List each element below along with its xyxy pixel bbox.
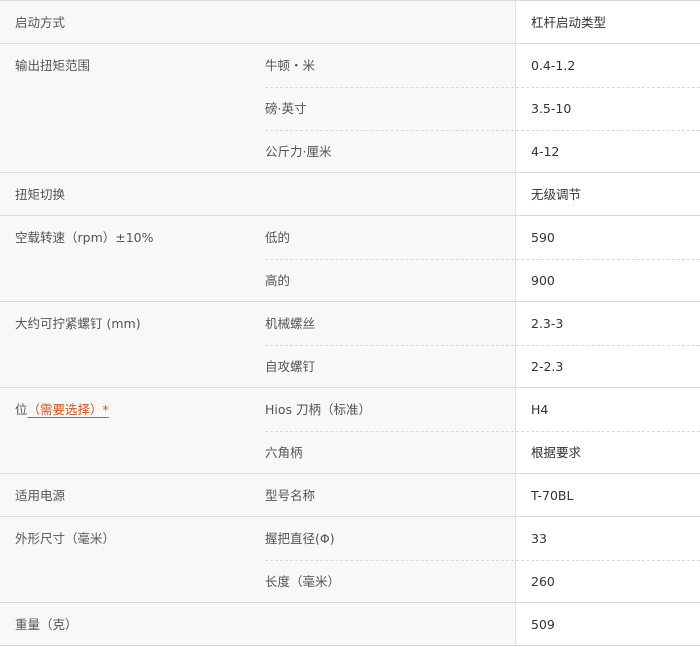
spec-sub-label: 握把直径(Φ) <box>265 531 335 546</box>
spec-value: 509 <box>531 617 555 632</box>
spec-sub-label: 六角柄 <box>265 445 303 460</box>
spec-sub-label: 自攻螺钉 <box>265 359 316 374</box>
spec-value: 900 <box>531 273 555 288</box>
spec-sub-label: 高的 <box>265 273 291 288</box>
spec-value: 590 <box>531 230 555 245</box>
spec-value: 33 <box>531 531 547 546</box>
spec-value: T-70BL <box>531 488 574 503</box>
spec-value: 无级调节 <box>531 187 582 202</box>
spec-value: 0.4-1.2 <box>531 58 576 73</box>
spec-label: 启动方式 <box>15 15 66 30</box>
spec-value: H4 <box>531 402 549 417</box>
spec-sub-label: 低的 <box>265 230 291 245</box>
spec-sub-label: 机械螺丝 <box>265 316 316 331</box>
spec-value: 260 <box>531 574 555 589</box>
spec-table: 启动方式 杠杆启动类型 输出扭矩范围 牛顿・米 0.4-1.2 磅·英寸 3.5… <box>0 0 700 647</box>
spec-value: 杠杆启动类型 <box>531 15 607 30</box>
spec-label: 大约可拧紧螺钉 (mm) <box>15 316 141 331</box>
spec-value: 根据要求 <box>531 445 582 460</box>
spec-row-weight: 重量（克） 509 <box>0 603 700 646</box>
spec-label: 扭矩切换 <box>15 187 66 202</box>
spec-row-dimensions: 外形尺寸（毫米） 握把直径(Φ) 33 长度（毫米） 260 <box>0 517 700 603</box>
spec-sub-label: 磅·英寸 <box>265 101 307 116</box>
spec-label: 适用电源 <box>15 488 66 503</box>
spec-sub-label: 长度（毫米） <box>265 574 341 589</box>
spec-value: 4-12 <box>531 144 560 159</box>
spec-label: 外形尺寸（毫米） <box>15 531 116 546</box>
spec-value: 2-2.3 <box>531 359 564 374</box>
spec-label-bit: 位（需要选择）* <box>15 388 109 431</box>
spec-row-torque-switch: 扭矩切换 无级调节 <box>0 173 700 216</box>
spec-row-screw-size: 大约可拧紧螺钉 (mm) 机械螺丝 2.3-3 自攻螺钉 2-2.3 <box>0 302 700 388</box>
spec-value: 2.3-3 <box>531 316 564 331</box>
spec-row-output-torque: 输出扭矩范围 牛顿・米 0.4-1.2 磅·英寸 3.5-10 公斤力·厘米 4… <box>0 44 700 173</box>
spec-sub-label: 型号名称 <box>265 488 316 503</box>
spec-label: 空载转速（rpm）±10% <box>15 230 154 245</box>
spec-row-bit: 位（需要选择）* Hios 刀柄（标准） H4 六角柄 根据要求 <box>0 388 700 474</box>
spec-sub-label: 牛顿・米 <box>265 58 316 73</box>
spec-label: 位 <box>15 402 28 417</box>
spec-sub-label: 公斤力·厘米 <box>265 144 332 159</box>
spec-row-power-supply: 适用电源 型号名称 T-70BL <box>0 474 700 517</box>
bit-selection-link[interactable]: （需要选择）* <box>28 402 109 417</box>
spec-value: 3.5-10 <box>531 101 572 116</box>
spec-row-start-method: 启动方式 杠杆启动类型 <box>0 1 700 44</box>
spec-sub-label: Hios 刀柄（标准） <box>265 402 372 417</box>
spec-label: 重量（克） <box>15 617 78 632</box>
spec-label: 输出扭矩范围 <box>15 58 91 73</box>
spec-row-no-load-speed: 空载转速（rpm）±10% 低的 590 高的 900 <box>0 216 700 302</box>
